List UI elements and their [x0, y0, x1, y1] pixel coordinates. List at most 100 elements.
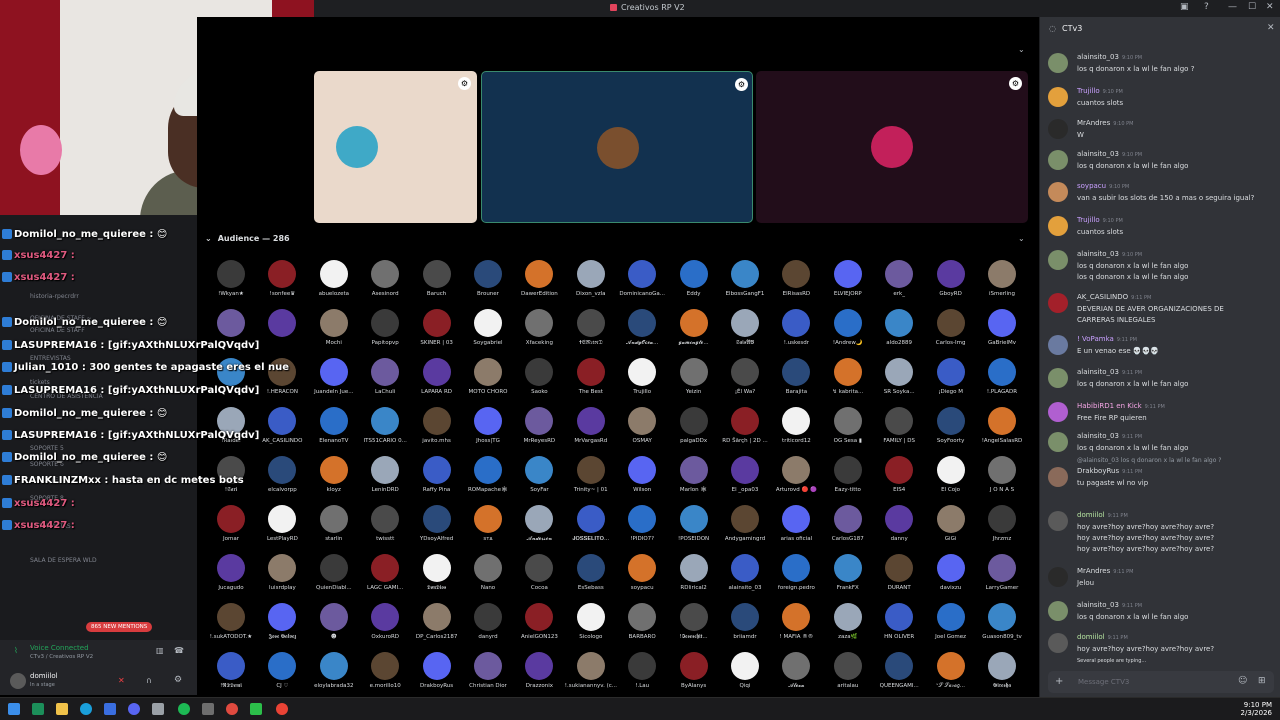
audience-member[interactable]: !.uskesdr — [770, 309, 822, 347]
audience-member[interactable]: Jucagudo — [205, 554, 257, 592]
audience-member[interactable]: 𝕲𝖎𝖗𝖊𝖘𝖍𝖆 — [976, 652, 1028, 690]
channel-item[interactable]: SALA DE ESPERA WLD — [30, 557, 97, 564]
audience-member[interactable]: Eddy — [668, 260, 720, 298]
spotify-icon[interactable] — [178, 703, 190, 715]
audience-member[interactable]: El Cojo — [925, 456, 977, 494]
new-mentions-badge[interactable]: 865 NEW MENTIONS — [86, 622, 153, 632]
audience-member[interactable]: Qiqi — [719, 652, 771, 690]
audience-member[interactable]: Soygabriel — [462, 309, 514, 347]
audience-member[interactable]: danyrd — [462, 603, 514, 641]
audience-member[interactable]: Yeizin — [668, 358, 720, 396]
audience-member[interactable]: SKINER | 03 — [411, 309, 463, 347]
audience-member[interactable]: starlin — [308, 505, 360, 543]
message-author[interactable]: domiilol 9:11 PM — [1077, 633, 1128, 641]
audience-member[interactable]: J O N A S — [976, 456, 1028, 494]
avatar[interactable] — [1048, 87, 1068, 107]
close-icon[interactable]: ✕ — [1266, 2, 1274, 12]
audience-member[interactable]: twisstt — [359, 505, 411, 543]
audience-member[interactable]: ROMapache🕸 — [462, 456, 514, 494]
audience-member[interactable]: AnielGON123 — [513, 603, 565, 641]
message-author[interactable]: alainsito_03 9:10 PM — [1077, 150, 1142, 158]
audience-member[interactable]: javito.mhs — [411, 407, 463, 445]
audience-member[interactable]: LarryGamer — [976, 554, 1028, 592]
audience-member[interactable]: ꜱᴛᴀ — [462, 505, 514, 543]
audience-member[interactable]: SR Soyka... — [873, 358, 925, 396]
avatar[interactable] — [1048, 293, 1068, 313]
audience-member[interactable]: QuienDiabl... — [308, 554, 360, 592]
audience-member[interactable]: Drazzonix — [513, 652, 565, 690]
audience-member[interactable]: ¡Él Wa? — [719, 358, 771, 396]
audience-member[interactable]: DawerEdition — [513, 260, 565, 298]
audience-member[interactable]: arias oficial — [770, 505, 822, 543]
minimize-icon[interactable]: — — [1228, 2, 1237, 12]
audience-member[interactable]: EIS4 — [873, 456, 925, 494]
audience-member[interactable]: Saoko — [513, 358, 565, 396]
audience-member[interactable]: 𝓐𝓵𝓮𝔁𝓪 — [770, 652, 822, 690]
avatar[interactable] — [10, 673, 26, 689]
audience-member[interactable]: eloylabrada32 — [308, 652, 360, 690]
message-author[interactable]: MrAndres 9:10 PM — [1077, 119, 1133, 127]
audience-member[interactable]: ELVIEJORP — [822, 260, 874, 298]
audience-member[interactable]: GboyRD — [925, 260, 977, 298]
audience-member[interactable]: Nano — [462, 554, 514, 592]
app-icon[interactable] — [202, 703, 214, 715]
audience-member[interactable]: luisrdplay — [256, 554, 308, 592]
audience-member[interactable]: CarlosG187 — [822, 505, 874, 543]
audience-member[interactable]: ¡Diego M — [925, 358, 977, 396]
add-icon[interactable]: + — [1055, 676, 1063, 687]
message-author[interactable]: domiilol 9:11 PM — [1077, 511, 1128, 519]
audience-member[interactable]: !Andrew🌙 — [822, 309, 874, 347]
avatar[interactable] — [1048, 511, 1068, 531]
audience-member[interactable]: LAPARA RD — [411, 358, 463, 396]
audience-member[interactable]: EsSebass — [565, 554, 617, 592]
audience-member[interactable]: !PIDIO7? — [616, 505, 668, 543]
audience-member[interactable]: !𝕴𝖊𝖘𝖊𝖘𝖈𝖍𝖎𝖙... — [668, 603, 720, 641]
close-icon[interactable]: ✕ — [1267, 23, 1275, 33]
audience-member[interactable]: CJ ♡ — [256, 652, 308, 690]
audience-member[interactable]: Asesinord — [359, 260, 411, 298]
audience-member[interactable]: 𝕯𝖔𝖓𝕯𝖎𝖔𝖘 — [411, 554, 463, 592]
audience-member[interactable]: ElbossGangF1 — [719, 260, 771, 298]
avatar[interactable] — [1048, 368, 1068, 388]
audience-member[interactable]: DURANT — [873, 554, 925, 592]
audience-member[interactable]: davixzu — [925, 554, 977, 592]
maximize-icon[interactable]: ☐ — [1248, 2, 1256, 12]
avatar[interactable] — [1048, 53, 1068, 73]
message-author[interactable]: soypacu 9:10 PM — [1077, 182, 1129, 190]
audience-member[interactable]: BARBARO — [616, 603, 668, 641]
chrome-icon[interactable] — [226, 703, 238, 715]
avatar[interactable] — [1048, 250, 1068, 270]
message-author[interactable]: MrAndres 9:11 PM — [1077, 567, 1133, 575]
avatar[interactable] — [1048, 402, 1068, 422]
reply-preview[interactable]: @alainsito_03 los q donaron x la wl le f… — [1077, 457, 1221, 464]
message-author[interactable]: alainsito_03 9:11 PM — [1077, 432, 1142, 440]
audience-member[interactable]: Raffy Pina — [411, 456, 463, 494]
voice-channel[interactable]: CTv3 / Creativos RP V2 — [30, 654, 93, 660]
avatar[interactable] — [1048, 432, 1068, 452]
audience-member[interactable]: OSMAY — [616, 407, 668, 445]
audience-member[interactable]: Carlos-Img — [925, 309, 977, 347]
chevron-down-icon[interactable]: ⌄ — [1018, 45, 1025, 54]
audience-member[interactable]: LeninDRD — [359, 456, 411, 494]
signal-icon[interactable]: ⌇ — [14, 646, 18, 655]
message-author[interactable]: AK_CASILINDO 9:11 PM — [1077, 293, 1151, 301]
audience-member[interactable]: iSmerling — [976, 260, 1028, 298]
audience-member[interactable]: SoyFar — [513, 456, 565, 494]
audience-member[interactable]: DominicanoGa... — [616, 260, 668, 298]
audience-member[interactable]: MrReyesRD — [513, 407, 565, 445]
avatar[interactable] — [1048, 633, 1068, 653]
audience-member[interactable]: HN OLIVER — [873, 603, 925, 641]
audience-member[interactable]: Dixon_vzla — [565, 260, 617, 298]
audience-member[interactable]: Trinity~ | 01 — [565, 456, 617, 494]
audience-member[interactable]: Mochi — [308, 309, 360, 347]
audience-member[interactable]: Joel Gomez — [925, 603, 977, 641]
message-author[interactable]: alainsito_03 9:10 PM — [1077, 250, 1142, 258]
tile-settings-icon[interactable]: ⚙ — [458, 77, 471, 90]
audience-member[interactable]: ITS51CARIO 0... — [359, 407, 411, 445]
audience-member[interactable]: Marlon 🕸 — [668, 456, 720, 494]
audience-member[interactable]: Christian Dior — [462, 652, 514, 690]
edge-icon[interactable] — [80, 703, 92, 715]
audience-member[interactable]: 𝓐𝓷𝓭𝔂𝓞𝓬𝓮𝓪... — [616, 309, 668, 347]
stage-speaker-tile[interactable]: ⚙ — [756, 71, 1028, 223]
audience-member[interactable]: DrakboyRus — [411, 652, 463, 690]
